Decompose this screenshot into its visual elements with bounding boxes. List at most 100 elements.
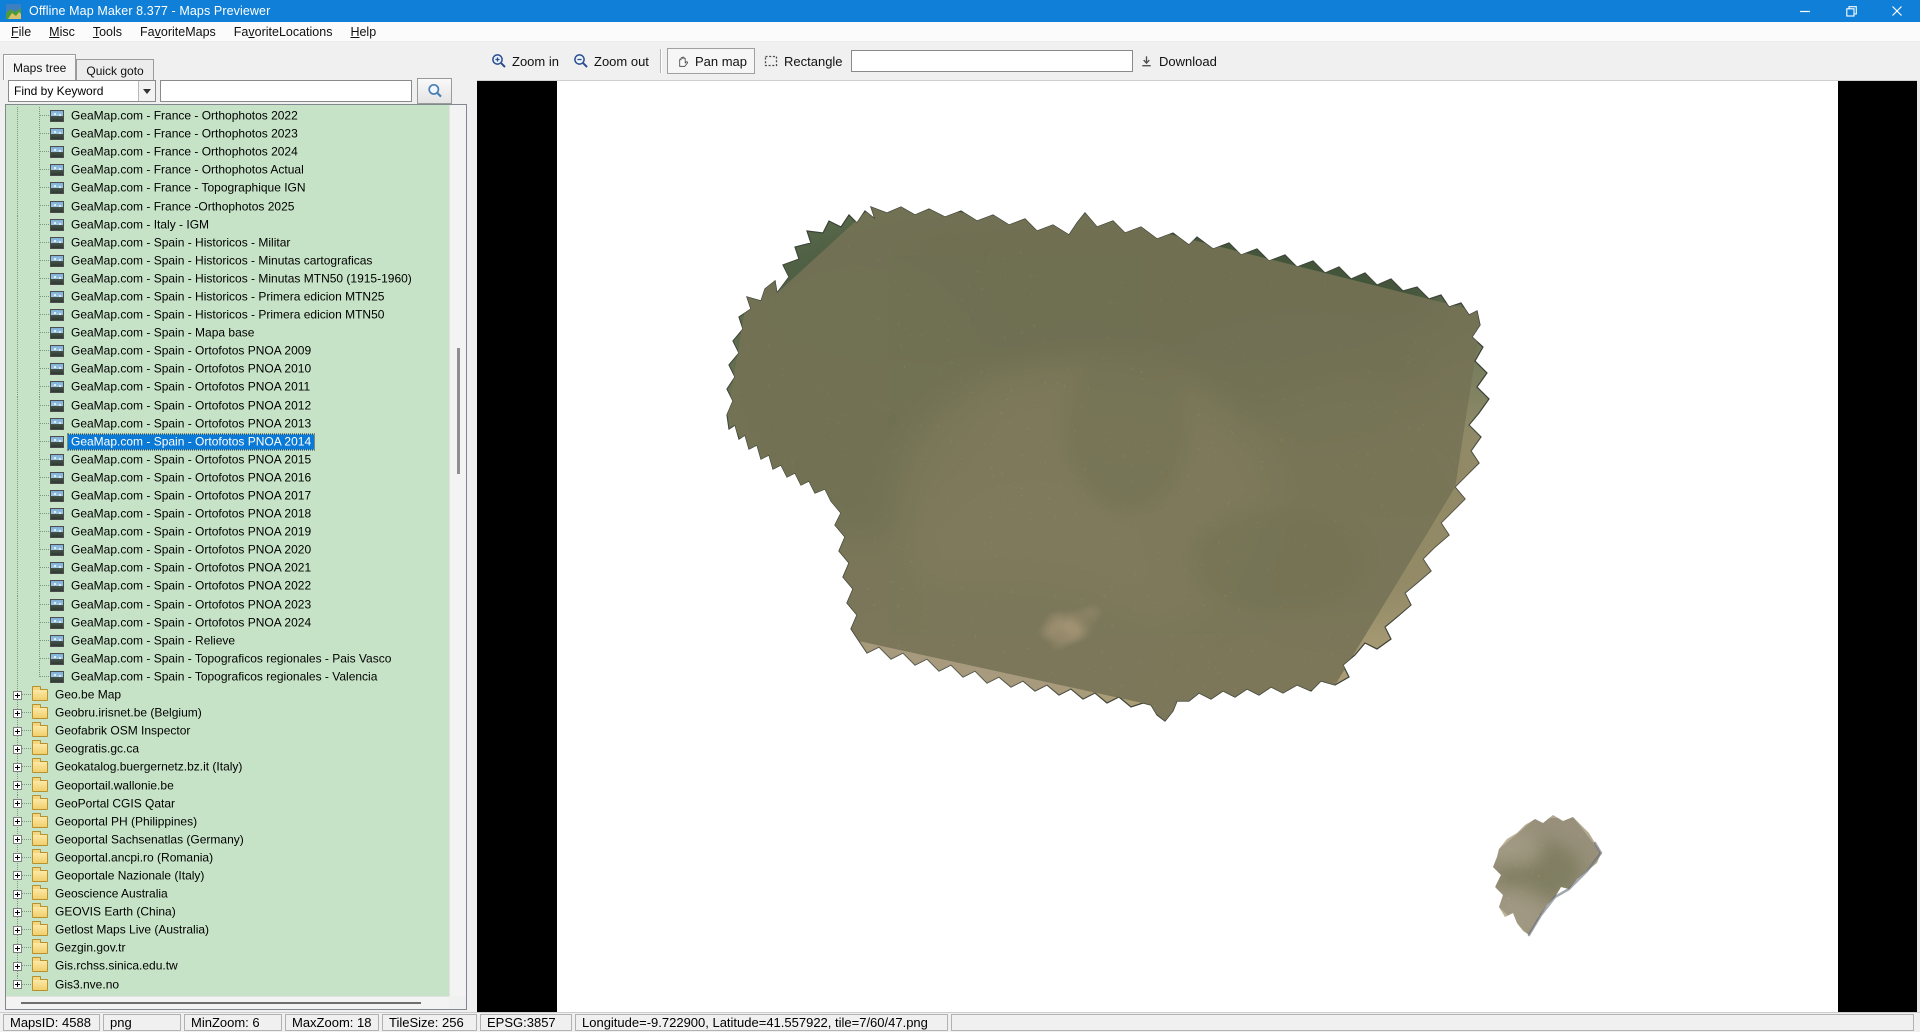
menu-file[interactable]: File (2, 23, 40, 41)
tree-item[interactable]: GeaMap.com - Spain - Historicos - Minuta… (6, 252, 449, 270)
expand-plus-icon[interactable] (13, 817, 22, 826)
toolbar-text-input[interactable] (851, 50, 1133, 72)
tree-item-label: Gis3.nve.no (52, 977, 122, 992)
tree-item[interactable]: GeaMap.com - Spain - Ortofotos PNOA 2019 (6, 523, 449, 541)
map-canvas[interactable] (477, 80, 1917, 1012)
tree-item[interactable]: GeaMap.com - Spain - Historicos - Primer… (6, 288, 449, 306)
vertical-scrollbar-thumb[interactable] (457, 348, 460, 474)
zoom-out-button[interactable]: Zoom out (569, 48, 653, 74)
tree-item[interactable]: GeaMap.com - Spain - Ortofotos PNOA 2014 (6, 433, 449, 451)
pan-map-button[interactable]: Pan map (667, 48, 755, 74)
expand-plus-icon[interactable] (13, 835, 22, 844)
expand-plus-icon[interactable] (13, 926, 22, 935)
menu-favoritelocations[interactable]: FavoriteLocations (225, 23, 342, 41)
tree-item[interactable]: Geogratis.gc.ca (6, 740, 449, 758)
tree-item[interactable]: GeaMap.com - Spain - Historicos - Milita… (6, 234, 449, 252)
expand-plus-icon[interactable] (13, 890, 22, 899)
menu-help[interactable]: Help (341, 23, 385, 41)
expand-plus-icon[interactable] (13, 871, 22, 880)
tree-item[interactable]: Gis.rchss.sinica.edu.tw (6, 957, 449, 975)
tree-item[interactable]: GeaMap.com - France - Orthophotos 2022 (6, 107, 449, 125)
tree-item[interactable]: GeaMap.com - Spain - Ortofotos PNOA 2011 (6, 378, 449, 396)
horizontal-scrollbar-thumb[interactable] (21, 1002, 421, 1004)
tree-view[interactable]: GeaMap.com - France - Orthophotos 2022Ge… (6, 105, 449, 996)
tree-item[interactable]: GeaMap.com - France - Topographique IGN (6, 179, 449, 197)
tree-item[interactable]: Gis3.nve.no (6, 976, 449, 994)
tree-item[interactable]: GeaMap.com - Spain - Ortofotos PNOA 2012 (6, 397, 449, 415)
zoom-in-icon (491, 53, 507, 69)
tree-item[interactable]: GeaMap.com - France - Orthophotos Actual (6, 161, 449, 179)
tree-item[interactable]: GeaMap.com - Spain - Ortofotos PNOA 2009 (6, 342, 449, 360)
vertical-scrollbar[interactable] (449, 105, 466, 996)
tree-item[interactable]: GeaMap.com - Spain - Ortofotos PNOA 2024 (6, 614, 449, 632)
tree-item[interactable]: Geoportal.ancpi.ro (Romania) (6, 849, 449, 867)
tree-item[interactable]: Geoportal Sachsenatlas (Germany) (6, 831, 449, 849)
title-bar: Offline Map Maker 8.377 - Maps Previewer (0, 0, 1920, 22)
status-segment-empty (951, 1014, 1914, 1031)
dropdown-button[interactable] (138, 81, 155, 101)
tree-item[interactable]: Geofabrik OSM Inspector (6, 722, 449, 740)
expand-plus-icon[interactable] (13, 853, 22, 862)
horizontal-scrollbar[interactable] (6, 996, 449, 1009)
tree-item[interactable]: GeaMap.com - Spain - Ortofotos PNOA 2023 (6, 596, 449, 614)
expand-plus-icon[interactable] (13, 763, 22, 772)
tree-item[interactable]: GeaMap.com - France - Orthophotos 2024 (6, 143, 449, 161)
minimize-button[interactable] (1782, 0, 1828, 22)
tree-item[interactable]: Geoscience Australia (6, 885, 449, 903)
tree-item[interactable]: GeaMap.com - Spain - Ortofotos PNOA 2020 (6, 541, 449, 559)
tree-item[interactable]: GeaMap.com - Spain - Ortofotos PNOA 2018 (6, 505, 449, 523)
tree-item[interactable]: Getlost Maps Live (Australia) (6, 921, 449, 939)
menu-misc[interactable]: Misc (40, 23, 84, 41)
menu-tools[interactable]: Tools (84, 23, 131, 41)
expand-plus-icon[interactable] (13, 691, 22, 700)
tree-item[interactable]: GeaMap.com - Italy - IGM (6, 216, 449, 234)
tab-quick-goto[interactable]: Quick goto (76, 59, 153, 80)
rectangle-button[interactable]: Rectangle (759, 48, 847, 74)
restore-button[interactable] (1828, 0, 1874, 22)
expand-plus-icon[interactable] (13, 908, 22, 917)
tree-item[interactable]: Geoportail.wallonie.be (6, 776, 449, 794)
expand-plus-icon[interactable] (13, 709, 22, 718)
tree-item[interactable]: Geoportale Nazionale (Italy) (6, 867, 449, 885)
tree-item[interactable]: GeaMap.com - Spain - Historicos - Primer… (6, 306, 449, 324)
tree-item[interactable]: Geoportal PH (Philippines) (6, 813, 449, 831)
tree-item[interactable]: Geobru.irisnet.be (Belgium) (6, 704, 449, 722)
expand-plus-icon[interactable] (13, 745, 22, 754)
tree-item[interactable]: GeoPortal CGIS Qatar (6, 795, 449, 813)
tree-item[interactable]: GeaMap.com - France - Orthophotos 2023 (6, 125, 449, 143)
expand-plus-icon[interactable] (13, 980, 22, 989)
expand-plus-icon[interactable] (13, 781, 22, 790)
tree-item[interactable]: GeaMap.com - Spain - Historicos - Minuta… (6, 270, 449, 288)
search-input[interactable] (160, 80, 412, 102)
tree-item[interactable]: Geo.be Map (6, 686, 449, 704)
search-icon (427, 83, 443, 99)
tree-item[interactable]: GeaMap.com - Spain - Topograficos region… (6, 668, 449, 686)
menu-favoritemaps[interactable]: FavoriteMaps (131, 23, 225, 41)
tree-item[interactable]: GeaMap.com - Spain - Ortofotos PNOA 2015 (6, 451, 449, 469)
tree-item[interactable]: Gezgin.gov.tr (6, 939, 449, 957)
tree-item[interactable]: GeaMap.com - Spain - Ortofotos PNOA 2016 (6, 469, 449, 487)
tree-item[interactable]: GeaMap.com - Spain - Ortofotos PNOA 2010 (6, 360, 449, 378)
tab-maps-tree[interactable]: Maps tree (3, 54, 76, 80)
find-mode-dropdown[interactable]: Find by Keyword (8, 80, 156, 102)
toolbar-separator (660, 49, 662, 73)
map-layer-icon (50, 562, 64, 574)
tree-item[interactable]: Geokatalog.buergernetz.bz.it (Italy) (6, 758, 449, 776)
search-button[interactable] (417, 78, 452, 104)
tree-item[interactable]: GeaMap.com - Spain - Topograficos region… (6, 650, 449, 668)
close-button[interactable] (1874, 0, 1920, 22)
expand-plus-icon[interactable] (13, 962, 22, 971)
expand-plus-icon[interactable] (13, 799, 22, 808)
expand-plus-icon[interactable] (13, 944, 22, 953)
tree-item[interactable]: GeaMap.com - France -Orthophotos 2025 (6, 197, 449, 215)
tree-item[interactable]: GeaMap.com - Spain - Relieve (6, 632, 449, 650)
expand-plus-icon[interactable] (13, 727, 22, 736)
tree-item[interactable]: GeaMap.com - Spain - Mapa base (6, 324, 449, 342)
tree-item[interactable]: GeaMap.com - Spain - Ortofotos PNOA 2022 (6, 577, 449, 595)
tree-item[interactable]: GeaMap.com - Spain - Ortofotos PNOA 2017 (6, 487, 449, 505)
download-button[interactable]: Download (1135, 48, 1221, 74)
tree-item[interactable]: GeaMap.com - Spain - Ortofotos PNOA 2021 (6, 559, 449, 577)
tree-item[interactable]: GEOVIS Earth (China) (6, 903, 449, 921)
zoom-in-button[interactable]: Zoom in (487, 48, 563, 74)
tree-item[interactable]: GeaMap.com - Spain - Ortofotos PNOA 2013 (6, 415, 449, 433)
